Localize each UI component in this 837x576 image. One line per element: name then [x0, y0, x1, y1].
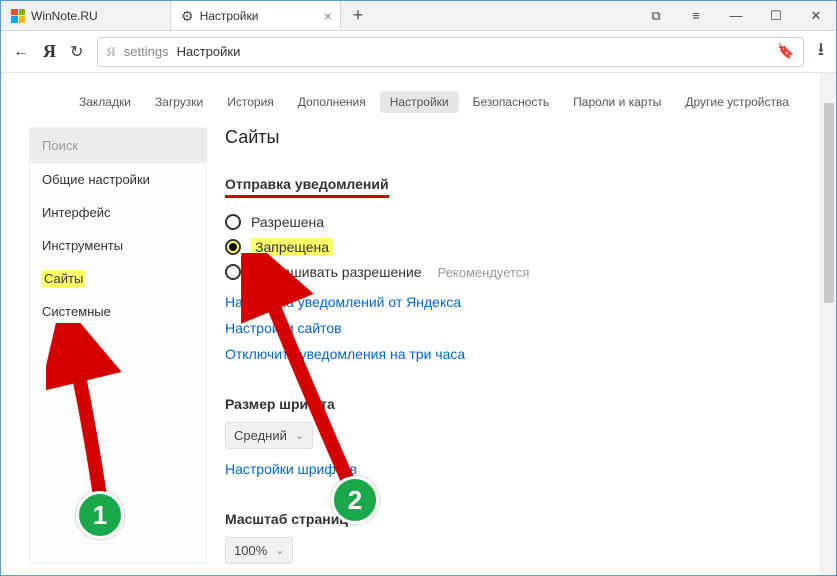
settings-topnav: Закладки Загрузки История Дополнения Нас…: [1, 73, 820, 127]
radio-icon: [225, 214, 241, 230]
topnav-downloads[interactable]: Загрузки: [145, 91, 213, 113]
downloads-button[interactable]: ⭳: [818, 37, 824, 67]
scrollbar[interactable]: [820, 73, 836, 575]
yandex-home-button[interactable]: Я: [43, 41, 56, 62]
link-yandex-notif[interactable]: Настройка уведомлений от Яндекса: [225, 294, 800, 310]
yandex-small-icon: Я: [106, 44, 115, 60]
topnav-other-devices[interactable]: Другие устройства: [675, 91, 799, 113]
topnav-addons[interactable]: Дополнения: [288, 91, 376, 113]
chevron-down-icon: ⌄: [295, 429, 304, 442]
zoom-select[interactable]: 100% ⌄: [225, 537, 293, 564]
scrollbar-thumb[interactable]: [824, 103, 834, 303]
link-site-settings[interactable]: Настройки сайтов: [225, 320, 800, 336]
chevron-down-icon: ⌄: [275, 544, 284, 557]
address-bar[interactable]: Я settings Настройки 🔖: [97, 37, 803, 67]
window-controls: ⧉ ≡ — ☐ ✕: [636, 1, 836, 30]
minimize-button[interactable]: —: [716, 1, 756, 30]
radio-label: Разрешена: [251, 214, 324, 230]
radio-label: Запрещена: [251, 238, 333, 256]
sidebar-item-general[interactable]: Общие настройки: [30, 163, 206, 196]
select-value: Средний: [234, 428, 287, 443]
topnav-bookmarks[interactable]: Закладки: [69, 91, 141, 113]
sidebar-item-tools[interactable]: Инструменты: [30, 229, 206, 262]
content-area: Закладки Загрузки История Дополнения Нас…: [1, 73, 836, 575]
omnibox-prefix: settings: [124, 44, 169, 59]
recommended-label: Рекомендуется: [438, 265, 530, 280]
radio-icon: [225, 239, 241, 255]
topnav-settings[interactable]: Настройки: [380, 91, 459, 113]
radio-label: Запрашивать разрешение: [251, 264, 422, 280]
close-window-button[interactable]: ✕: [796, 1, 836, 30]
radio-denied[interactable]: Запрещена: [225, 234, 800, 260]
maximize-button[interactable]: ☐: [756, 1, 796, 30]
browser-toolbar: ← Я ↻ Я settings Настройки 🔖 ⭳: [1, 31, 836, 73]
settings-page: Закладки Загрузки История Дополнения Нас…: [1, 73, 820, 575]
topnav-security[interactable]: Безопасность: [463, 91, 560, 113]
omnibox-text: Настройки: [177, 44, 241, 59]
reload-button[interactable]: ↻: [70, 42, 83, 62]
select-value: 100%: [234, 543, 267, 558]
font-title: Размер шрифта: [225, 396, 800, 412]
windows-logo-icon: [11, 9, 25, 23]
settings-sidebar: Поиск Общие настройки Интерфейс Инструме…: [29, 127, 207, 564]
notification-links: Настройка уведомлений от Яндекса Настрой…: [225, 294, 800, 362]
notifications-section: Отправка уведомлений Разрешена Запрещена…: [225, 176, 800, 362]
tab-title: Настройки: [200, 9, 259, 23]
radio-ask[interactable]: Запрашивать разрешение Рекомендуется: [225, 260, 800, 284]
tab-title: WinNote.RU: [31, 9, 98, 23]
zoom-title: Масштаб страниц: [225, 511, 800, 527]
close-icon[interactable]: ×: [324, 9, 332, 23]
page-title: Сайты: [225, 127, 800, 148]
zoom-section: Масштаб страниц 100% ⌄: [225, 511, 800, 564]
link-font-settings[interactable]: Настройки шрифтов: [225, 461, 357, 477]
sidebar-search[interactable]: Поиск: [30, 128, 206, 163]
link-mute-3h[interactable]: Отключить уведомления на три часа: [225, 346, 800, 362]
topnav-passwords[interactable]: Пароли и карты: [563, 91, 671, 113]
sidebar-item-system[interactable]: Системные: [30, 295, 206, 328]
bookmark-icon[interactable]: 🔖: [777, 43, 794, 60]
notifications-title: Отправка уведомлений: [225, 176, 389, 198]
gear-icon: ⚙: [181, 9, 194, 23]
tab-winnote[interactable]: WinNote.RU: [1, 1, 171, 30]
menu-icon[interactable]: ≡: [676, 1, 716, 30]
font-size-select[interactable]: Средний ⌄: [225, 422, 313, 449]
new-tab-button[interactable]: +: [341, 1, 375, 30]
topnav-history[interactable]: История: [217, 91, 284, 113]
sidebar-item-sites[interactable]: Сайты: [30, 262, 206, 295]
radio-icon: [225, 264, 241, 280]
sidebar-item-interface[interactable]: Интерфейс: [30, 196, 206, 229]
settings-panel: Сайты Отправка уведомлений Разрешена Зап…: [225, 127, 820, 564]
font-section: Размер шрифта Средний ⌄ Настройки шрифто…: [225, 396, 800, 477]
back-button[interactable]: ←: [13, 43, 29, 61]
radio-allowed[interactable]: Разрешена: [225, 210, 800, 234]
tab-settings[interactable]: ⚙ Настройки ×: [171, 1, 341, 30]
window-titlebar: WinNote.RU ⚙ Настройки × + ⧉ ≡ — ☐ ✕: [1, 1, 836, 31]
reader-mode-icon[interactable]: ⧉: [636, 1, 676, 30]
